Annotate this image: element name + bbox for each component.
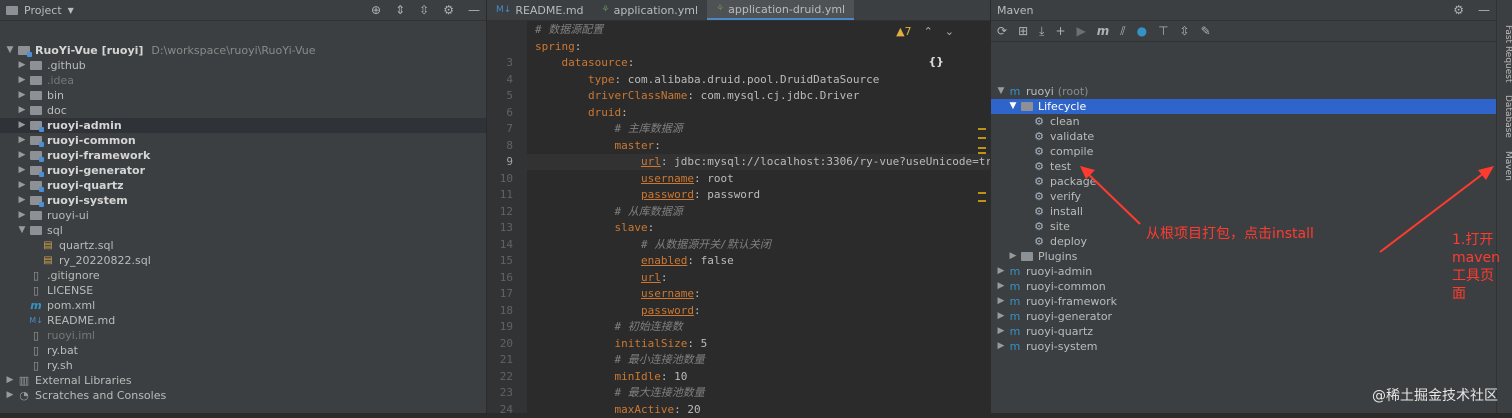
annotation-line: 工具页	[1452, 268, 1494, 284]
watermark: @稀土掘金技术社区	[1372, 388, 1498, 404]
annotation-arrows	[1080, 166, 1494, 253]
install-annotation: 从根项目打包，点击install	[1146, 226, 1314, 242]
arrow-to-install	[1083, 169, 1141, 225]
annotation-line: maven	[1452, 250, 1500, 266]
annotation-line: 面	[1452, 286, 1466, 302]
annotation-line: 1.打开	[1452, 232, 1494, 248]
open-maven-annotation: 1.打开 maven 工具页 面	[1452, 231, 1500, 303]
arrow-head	[1478, 166, 1494, 180]
